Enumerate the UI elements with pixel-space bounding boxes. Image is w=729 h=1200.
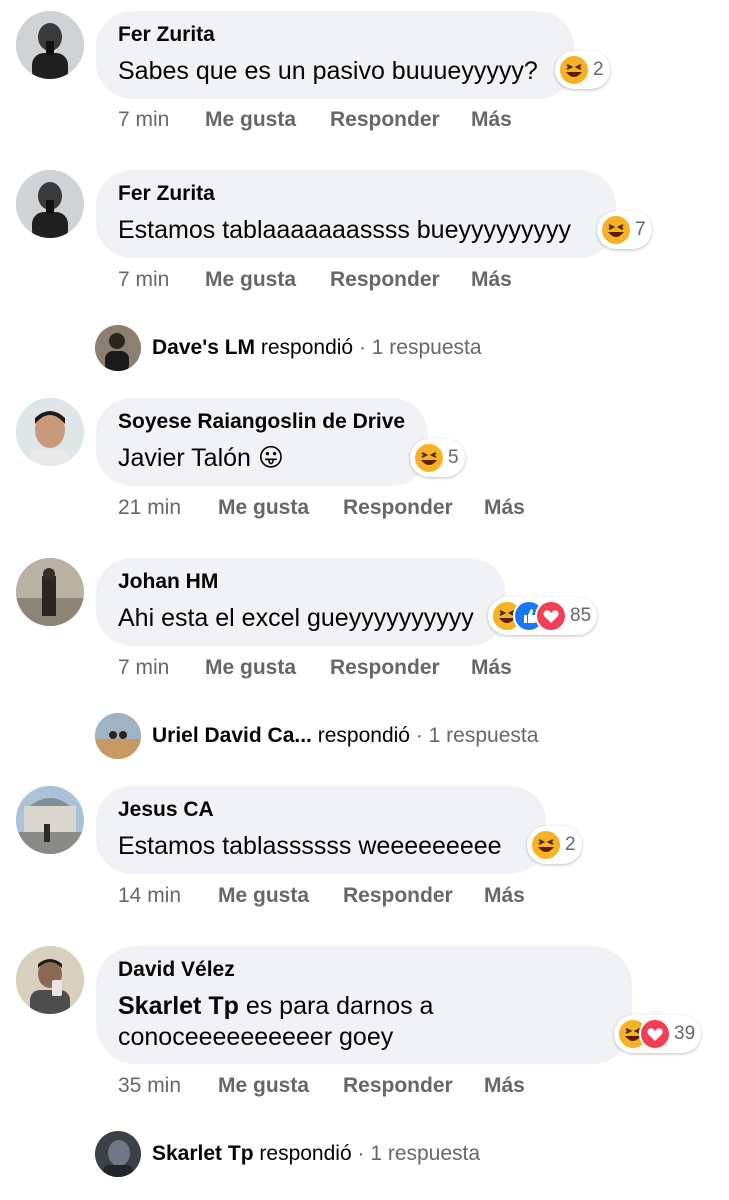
comment-author[interactable]: Jesus CA <box>118 798 214 822</box>
comment-text: Ahi esta el excel gueyyyyyyyyyy <box>118 604 474 632</box>
reaction-count: 5 <box>448 447 459 468</box>
reply-verb: respondió <box>259 1142 352 1165</box>
comment-text: conoceeeeeeeeeer goey <box>118 1023 394 1051</box>
reaction-summary[interactable]: 39 <box>614 1015 702 1053</box>
reply-avatar[interactable] <box>95 325 141 371</box>
mentioned-user[interactable]: Skarlet Tp <box>118 992 239 1020</box>
reply-button[interactable]: Responder <box>343 496 453 520</box>
reaction-count: 2 <box>593 59 604 80</box>
reply-button[interactable]: Responder <box>330 108 440 132</box>
commenter-avatar[interactable] <box>16 11 84 79</box>
separator-dot: · <box>415 724 423 747</box>
like-button[interactable]: Me gusta <box>218 884 309 908</box>
like-button[interactable]: Me gusta <box>218 1074 309 1098</box>
comment-text: Skarlet Tp es para darnos a <box>118 991 433 1022</box>
more-button[interactable]: Más <box>471 656 512 680</box>
reaction-summary[interactable]: 2 <box>555 51 610 89</box>
reaction-summary[interactable]: 2 <box>527 826 582 864</box>
reaction-summary[interactable]: 5 <box>410 439 465 477</box>
reply-button[interactable]: Responder <box>343 1074 453 1098</box>
comment-author[interactable]: Johan HM <box>118 570 218 594</box>
view-replies-link[interactable]: Uriel David Ca... respondió · 1 respuest… <box>152 724 538 748</box>
love-reaction-icon <box>535 600 567 632</box>
separator-dot: · <box>357 1142 365 1165</box>
like-button[interactable]: Me gusta <box>218 496 309 520</box>
more-button[interactable]: Más <box>484 1074 525 1098</box>
reply-avatar[interactable] <box>95 713 141 759</box>
haha-reaction-icon <box>600 214 632 246</box>
view-replies-link[interactable]: Dave's LM respondió · 1 respuesta <box>152 336 482 360</box>
view-replies-link[interactable]: Skarlet Tp respondió · 1 respuesta <box>152 1142 480 1166</box>
like-button[interactable]: Me gusta <box>205 108 296 132</box>
comment-author[interactable]: Soyese Raiangoslin de Drive <box>118 410 405 434</box>
comment-actions: 7 min Me gusta Responder Más <box>118 108 568 134</box>
reply-count: 1 respuesta <box>370 1142 481 1165</box>
reaction-summary[interactable]: 85 <box>488 597 598 635</box>
separator-dot: · <box>358 336 366 359</box>
reaction-count: 7 <box>635 219 646 240</box>
comment-time[interactable]: 21 min <box>118 496 181 520</box>
commenter-avatar[interactable] <box>16 558 84 626</box>
comment-author[interactable]: David Vélez <box>118 958 235 982</box>
more-button[interactable]: Más <box>471 268 512 292</box>
reply-author: Dave's LM <box>152 336 256 359</box>
comment-actions: 14 min Me gusta Responder Más <box>118 884 568 910</box>
comment-actions: 7 min Me gusta Responder Más <box>118 656 568 682</box>
comment-time[interactable]: 7 min <box>118 656 169 680</box>
comment-text: Javier Talón 😛 <box>118 444 284 472</box>
comment-time[interactable]: 14 min <box>118 884 181 908</box>
comment-text: Estamos tablassssss weeeeeeeee <box>118 832 502 860</box>
comment-author[interactable]: Fer Zurita <box>118 23 215 47</box>
reply-button[interactable]: Responder <box>330 268 440 292</box>
haha-reaction-icon <box>530 829 562 861</box>
reply-verb: respondió <box>317 724 410 747</box>
reply-verb: respondió <box>260 336 354 359</box>
commenter-avatar[interactable] <box>16 946 84 1014</box>
more-button[interactable]: Más <box>484 884 525 908</box>
reply-author: Uriel David Ca... <box>152 724 312 747</box>
reaction-count: 85 <box>570 605 592 626</box>
reply-count: 1 respuesta <box>428 724 539 747</box>
reply-avatar[interactable] <box>95 1131 141 1177</box>
reaction-summary[interactable]: 7 <box>597 211 652 249</box>
comment-text: Estamos tablaaaaaaassss bueyyyyyyyyy <box>118 216 571 244</box>
reply-button[interactable]: Responder <box>330 656 440 680</box>
comment-text-line: es para darnos a <box>238 992 434 1020</box>
commenter-avatar[interactable] <box>16 398 84 466</box>
reaction-count: 2 <box>565 834 576 855</box>
haha-reaction-icon <box>413 442 445 474</box>
comment-time[interactable]: 7 min <box>118 108 169 132</box>
comment-actions: 35 min Me gusta Responder Más <box>118 1074 568 1100</box>
haha-reaction-icon <box>558 54 590 86</box>
comment-actions: 7 min Me gusta Responder Más <box>118 268 568 294</box>
more-button[interactable]: Más <box>484 496 525 520</box>
reaction-count: 39 <box>674 1023 696 1044</box>
comment-author[interactable]: Fer Zurita <box>118 182 215 206</box>
like-button[interactable]: Me gusta <box>205 268 296 292</box>
reply-count: 1 respuesta <box>371 336 482 359</box>
reply-button[interactable]: Responder <box>343 884 453 908</box>
like-button[interactable]: Me gusta <box>205 656 296 680</box>
comment-time[interactable]: 7 min <box>118 268 169 292</box>
comment-actions: 21 min Me gusta Responder Más <box>118 496 568 522</box>
love-reaction-icon <box>639 1018 671 1050</box>
reply-author: Skarlet Tp <box>152 1142 254 1165</box>
comment-text: Sabes que es un pasivo buuueyyyyy? <box>118 57 538 85</box>
comment-time[interactable]: 35 min <box>118 1074 181 1098</box>
commenter-avatar[interactable] <box>16 786 84 854</box>
commenter-avatar[interactable] <box>16 170 84 238</box>
more-button[interactable]: Más <box>471 108 512 132</box>
